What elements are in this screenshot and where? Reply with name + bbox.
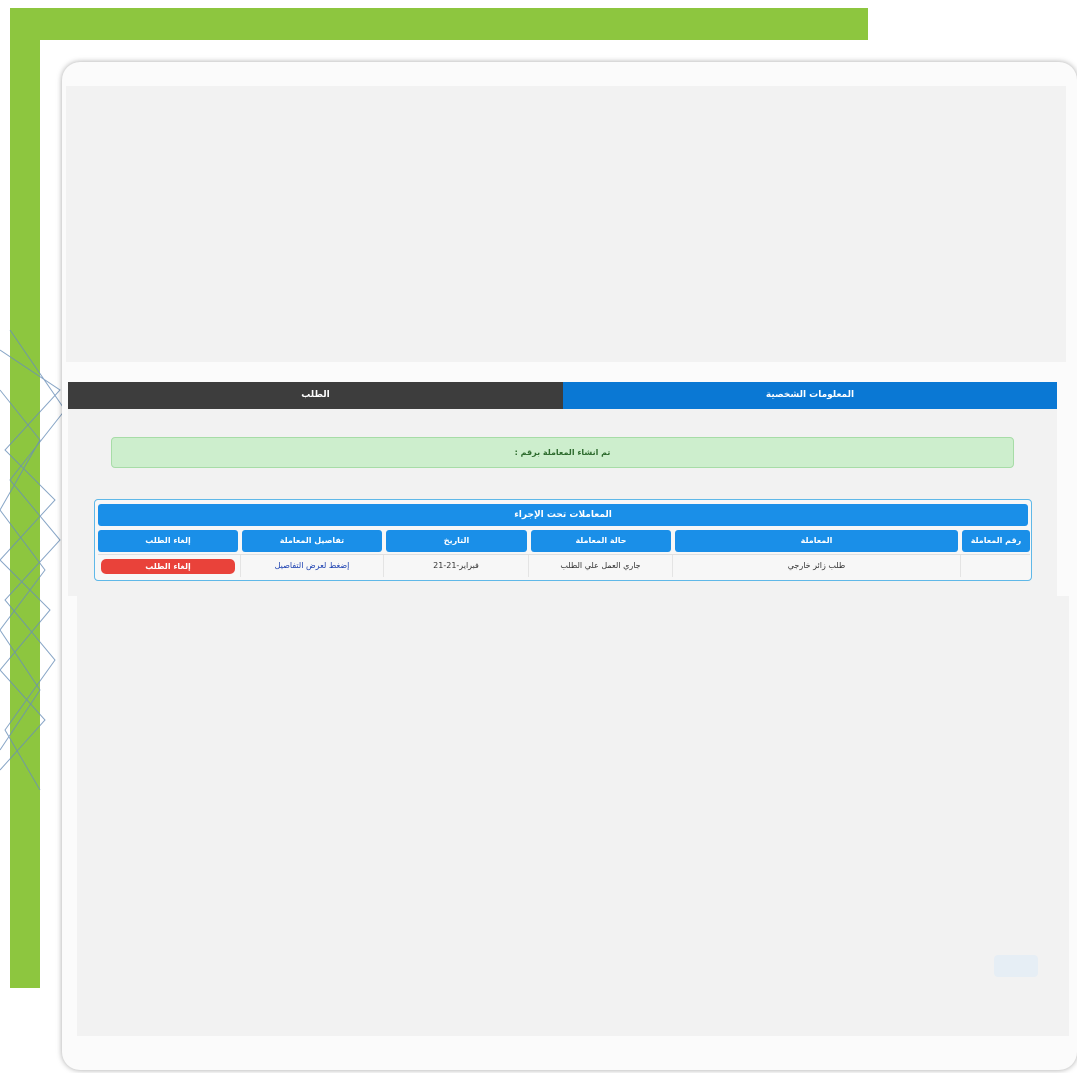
cell-cancel: إلغاء الطلب: [98, 555, 241, 577]
transactions-panel: المعاملات تحت الإجراء إلغاء الطلب تفاصيل…: [94, 499, 1032, 581]
header-date: التاريخ: [386, 530, 527, 552]
table-header-row: إلغاء الطلب تفاصيل المعاملة التاريخ حالة…: [98, 530, 1030, 552]
cell-number: [961, 555, 1030, 577]
success-alert: تم انشاء المعاملة برقم :: [111, 437, 1014, 468]
tab-bar: الطلب المعلومات الشخصية: [68, 382, 1057, 409]
footer-area: [77, 596, 1069, 1036]
decorative-lines: [0, 330, 66, 790]
header-details: تفاصيل المعاملة: [242, 530, 382, 552]
main-content: الطلب المعلومات الشخصية تم انشاء المعامل…: [68, 382, 1057, 596]
tab-request[interactable]: الطلب: [68, 382, 563, 409]
cell-date: 21-فبراير-21: [384, 555, 529, 577]
cell-status: جاري العمل علي الطلب: [529, 555, 673, 577]
details-link[interactable]: إضغط لعرض التفاصيل: [241, 555, 384, 577]
cell-transaction: طلب زائر خارجي: [673, 555, 961, 577]
cancel-request-button[interactable]: إلغاء الطلب: [101, 559, 235, 574]
tab-personal-info[interactable]: المعلومات الشخصية: [563, 382, 1057, 409]
table-row: إلغاء الطلب إضغط لعرض التفاصيل 21-فبراير…: [98, 554, 1030, 577]
panel-title: المعاملات تحت الإجراء: [98, 504, 1028, 526]
header-number: رقم المعاملة: [962, 530, 1030, 552]
header-cancel: إلغاء الطلب: [98, 530, 238, 552]
header-area: [66, 86, 1066, 362]
header-transaction: المعاملة: [675, 530, 958, 552]
faint-button[interactable]: [994, 955, 1038, 977]
header-status: حالة المعاملة: [531, 530, 671, 552]
